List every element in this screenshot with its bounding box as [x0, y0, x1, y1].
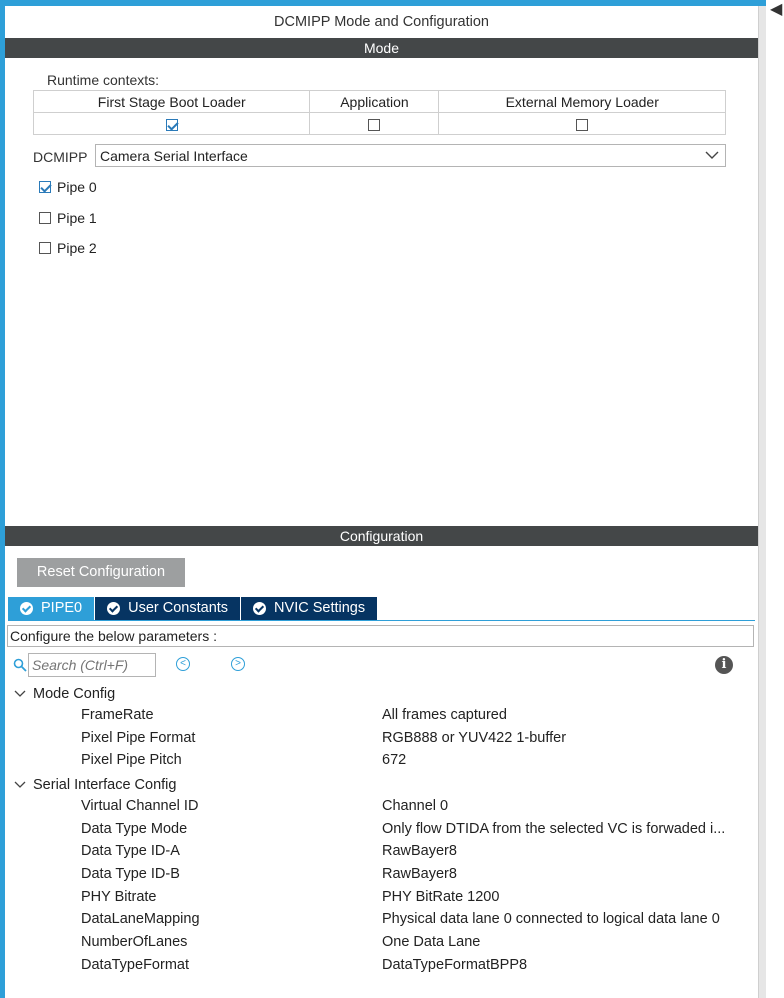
check-circle-icon — [107, 602, 121, 615]
param-name[interactable]: DataLaneMapping — [81, 911, 200, 927]
param-name[interactable]: PHY Bitrate — [81, 889, 157, 905]
mode-section-header: Mode — [5, 38, 758, 58]
param-value[interactable]: Physical data lane 0 connected to logica… — [382, 911, 720, 927]
param-name[interactable]: Pixel Pipe Pitch — [81, 752, 182, 768]
side-strip — [766, 0, 784, 998]
param-value[interactable]: RawBayer8 — [382, 866, 457, 882]
pipe-2-label: Pipe 2 — [57, 240, 97, 256]
param-name[interactable]: FrameRate — [81, 707, 154, 723]
chevron-down-icon — [14, 690, 26, 697]
context-header-fsbl: First Stage Boot Loader — [32, 90, 311, 113]
param-value[interactable]: Only flow DTIDA from the selected VC is … — [382, 821, 725, 837]
tab-user-constants-label: User Constants — [128, 600, 229, 616]
param-name[interactable]: Data Type Mode — [81, 821, 187, 837]
pipe-2-option[interactable]: Pipe 2 — [39, 240, 97, 260]
panel-title: DCMIPP Mode and Configuration — [274, 14, 489, 30]
context-cell-fsbl — [32, 112, 311, 135]
param-name[interactable]: NumberOfLanes — [81, 934, 187, 950]
group-serial-interface-config[interactable]: Serial Interface Config — [14, 775, 176, 795]
pipe-1-label: Pipe 1 — [57, 210, 97, 226]
param-name[interactable]: Data Type ID-B — [81, 866, 180, 882]
runtime-contexts-table: First Stage Boot Loader Application Exte… — [32, 90, 726, 135]
context-cell-external-memory-loader — [438, 112, 726, 135]
param-name[interactable]: Pixel Pipe Format — [81, 730, 195, 746]
context-cell-application — [309, 112, 440, 135]
param-value[interactable]: All frames captured — [382, 707, 507, 723]
search-icon — [13, 658, 27, 672]
panel-left-border — [0, 6, 5, 998]
pipe-1-checkbox[interactable] — [39, 212, 51, 225]
param-name[interactable]: Data Type ID-A — [81, 843, 180, 859]
param-name[interactable]: Virtual Channel ID — [81, 798, 198, 814]
tab-nvic-settings[interactable]: NVIC Settings — [241, 597, 378, 620]
parameters-hint: Configure the below parameters : — [7, 625, 754, 647]
context-header-application: Application — [309, 90, 440, 113]
search-input[interactable] — [28, 653, 156, 677]
param-value[interactable]: RawBayer8 — [382, 843, 457, 859]
group-serial-interface-config-label: Serial Interface Config — [33, 777, 177, 793]
chevron-down-icon — [705, 151, 719, 159]
dcmipp-mode-select[interactable]: Camera Serial Interface — [95, 144, 726, 167]
tab-pipe0-label: PIPE0 — [41, 600, 83, 616]
pipe-1-option[interactable]: Pipe 1 — [39, 210, 97, 230]
param-value[interactable]: DataTypeFormatBPP8 — [382, 957, 527, 973]
chevron-down-icon — [14, 781, 26, 788]
tabs-underline — [8, 620, 755, 621]
reset-configuration-button[interactable]: Reset Configuration — [17, 558, 185, 587]
group-mode-config-label: Mode Config — [33, 686, 116, 702]
pipe-0-checkbox[interactable] — [39, 181, 51, 194]
param-value[interactable]: RGB888 or YUV422 1-buffer — [382, 730, 566, 746]
param-value[interactable]: Channel 0 — [382, 798, 448, 814]
context-header-external-memory-loader: External Memory Loader — [438, 90, 726, 113]
tab-user-constants[interactable]: User Constants — [95, 597, 241, 620]
dcmipp-label: DCMIPP — [33, 149, 88, 165]
info-icon[interactable]: i — [715, 656, 733, 674]
application-checkbox[interactable] — [368, 118, 381, 131]
param-value[interactable]: One Data Lane — [382, 934, 480, 950]
configuration-section-header: Configuration — [5, 526, 758, 546]
tab-nvic-settings-label: NVIC Settings — [274, 600, 366, 616]
pipe-0-option[interactable]: Pipe 0 — [39, 179, 97, 199]
pipe-0-label: Pipe 0 — [57, 179, 97, 195]
param-value[interactable]: 672 — [382, 752, 406, 768]
next-match-icon[interactable]: > — [231, 657, 245, 671]
collapse-arrow-icon[interactable]: ◀ — [770, 0, 784, 40]
pipe-2-checkbox[interactable] — [39, 242, 51, 255]
external-memory-loader-checkbox[interactable] — [576, 118, 589, 131]
tab-pipe0[interactable]: PIPE0 — [8, 597, 95, 620]
check-circle-icon — [253, 602, 267, 615]
group-mode-config[interactable]: Mode Config — [14, 684, 115, 704]
param-name[interactable]: DataTypeFormat — [81, 957, 189, 973]
previous-match-icon[interactable]: < — [176, 657, 190, 671]
dcmipp-mode-value: Camera Serial Interface — [100, 148, 248, 164]
fsbl-checkbox[interactable] — [165, 118, 178, 131]
param-value[interactable]: PHY BitRate 1200 — [382, 889, 499, 905]
config-tabs: PIPE0 User Constants NVIC Settings — [8, 597, 378, 620]
runtime-contexts-label: Runtime contexts: — [47, 72, 160, 88]
check-circle-icon — [20, 602, 33, 615]
